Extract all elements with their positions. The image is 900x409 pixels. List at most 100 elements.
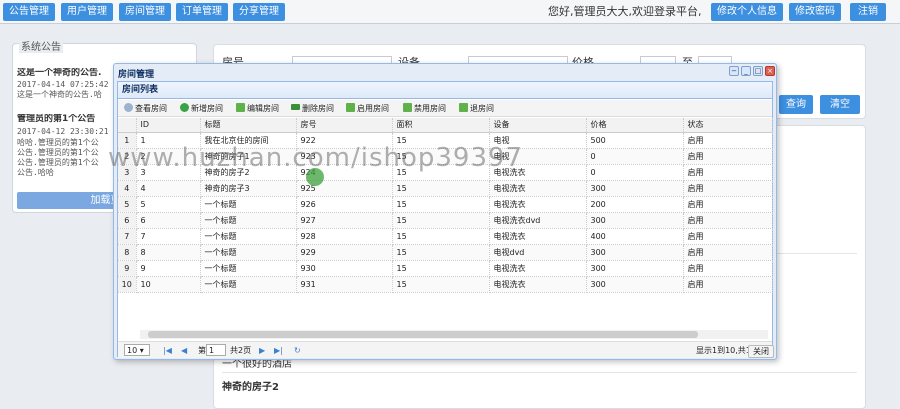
first-page-icon[interactable]: |◀ (163, 346, 172, 355)
row-number-cell: 4 (118, 180, 137, 197)
table-row[interactable]: 6 6 一个标题 927 15 电视洗衣dvd 300 启用 (118, 212, 773, 229)
status-cell: 启用 (683, 132, 773, 149)
page-label: 第 (198, 346, 206, 355)
column-header-area[interactable]: 面积 (392, 118, 490, 133)
row-number-cell: 10 (118, 276, 137, 293)
price-cell: 300 (586, 244, 684, 261)
scrollbar-thumb[interactable] (148, 331, 698, 338)
area-cell: 15 (392, 260, 490, 277)
view-room-button[interactable]: 查看房间 (124, 102, 167, 115)
close-icon[interactable]: × (765, 66, 775, 76)
column-header-equipment[interactable]: 设备 (489, 118, 587, 133)
minimize-icon[interactable]: _ (741, 66, 751, 76)
area-cell: 15 (392, 244, 490, 261)
delete-room-button[interactable]: 删除房间 (291, 102, 334, 115)
change-password-button[interactable]: 修改密码 (789, 3, 841, 21)
column-header-price[interactable]: 价格 (586, 118, 684, 133)
equipment-cell: 电视洗衣 (489, 260, 587, 277)
status-cell: 启用 (683, 164, 773, 181)
welcome-text: 您好,管理员大大,欢迎登录平台, (548, 5, 702, 18)
room-number-cell: 926 (296, 196, 393, 213)
notice-panel-title: 系统公告 (19, 38, 63, 53)
status-cell: 启用 (683, 196, 773, 213)
table-row[interactable]: 8 8 一个标题 929 15 电视dvd 300 启用 (118, 244, 773, 261)
title-cell: 一个标题 (200, 228, 297, 245)
refresh-icon[interactable]: ↻ (294, 346, 301, 355)
column-header-title[interactable]: 标题 (200, 118, 297, 133)
equipment-cell: 电视洗衣dvd (489, 212, 587, 229)
maximize-icon[interactable]: □ (753, 66, 763, 76)
divider (222, 372, 857, 373)
next-page-icon[interactable]: ▶ (259, 346, 265, 355)
nav-share-button[interactable]: 分享管理 (233, 3, 285, 21)
nav-room-button[interactable]: 房间管理 (119, 3, 171, 21)
room-number-cell: 928 (296, 228, 393, 245)
id-cell: 9 (136, 260, 201, 277)
add-icon (180, 103, 189, 112)
edit-profile-button[interactable]: 修改个人信息 (711, 3, 783, 21)
page-number-input[interactable]: 1 (206, 344, 226, 356)
pencil-icon (346, 103, 355, 112)
table-row[interactable]: 7 7 一个标题 928 15 电视洗衣 400 启用 (118, 228, 773, 245)
room-number-cell: 929 (296, 244, 393, 261)
table-header-row: ID 标题 房号 面积 设备 价格 状态 (118, 118, 773, 133)
toolbar-label: 禁用房间 (414, 104, 446, 113)
pagination-bar: 10 ▾ |◀ ◀ 第 1 共2页 ▶ ▶| ↻ 显示1到10,共11记录 (118, 341, 772, 358)
add-room-button[interactable]: 新增房间 (180, 102, 223, 115)
id-cell: 10 (136, 276, 201, 293)
enable-room-button[interactable]: 启用房间 (346, 102, 389, 115)
price-cell: 0 (586, 164, 684, 181)
logout-button[interactable]: 注销 (850, 3, 886, 21)
room-list-title: 房间列表 (118, 82, 772, 99)
table-row[interactable]: 9 9 一个标题 930 15 电视洗衣 300 启用 (118, 260, 773, 277)
title-cell: 一个标题 (200, 196, 297, 213)
equipment-cell: 电视洗衣 (489, 196, 587, 213)
title-cell: 一个标题 (200, 276, 297, 293)
status-cell: 启用 (683, 180, 773, 197)
price-cell: 300 (586, 180, 684, 197)
watermark-text: www.huzhan.com/ishop39397 (108, 143, 524, 173)
collapse-icon[interactable]: − (729, 66, 739, 76)
dialog-close-button[interactable]: 关闭 (748, 345, 774, 358)
column-header-room-number[interactable]: 房号 (296, 118, 393, 133)
table-row[interactable]: 5 5 一个标题 926 15 电视洗衣 200 启用 (118, 196, 773, 213)
checkout-room-button[interactable]: 退房间 (459, 102, 494, 115)
last-page-icon[interactable]: ▶| (274, 346, 283, 355)
status-cell: 启用 (683, 244, 773, 261)
edit-room-button[interactable]: 编辑房间 (236, 102, 279, 115)
clear-button[interactable]: 清空 (820, 95, 860, 114)
nav-notice-button[interactable]: 公告管理 (3, 3, 55, 21)
page-size-select[interactable]: 10 ▾ (124, 344, 150, 356)
toolbar-label: 编辑房间 (247, 104, 279, 113)
page-size-value: 10 (127, 346, 138, 355)
nav-user-button[interactable]: 用户管理 (61, 3, 113, 21)
status-cell: 启用 (683, 276, 773, 293)
status-cell: 启用 (683, 148, 773, 165)
prev-page-icon[interactable]: ◀ (181, 346, 187, 355)
horizontal-scrollbar[interactable] (140, 330, 768, 339)
title-cell: 神奇的房子3 (200, 180, 297, 197)
nav-order-button[interactable]: 订单管理 (176, 3, 228, 21)
equipment-cell: 电视洗衣 (489, 276, 587, 293)
room-number-cell: 927 (296, 212, 393, 229)
table-row[interactable]: 4 4 神奇的房子3 925 15 电视洗衣 300 启用 (118, 180, 773, 197)
price-cell: 400 (586, 228, 684, 245)
equipment-cell: 电视dvd (489, 244, 587, 261)
status-cell: 启用 (683, 260, 773, 277)
query-button[interactable]: 查询 (779, 95, 813, 114)
equipment-cell: 电视洗衣 (489, 228, 587, 245)
disable-room-button[interactable]: 禁用房间 (403, 102, 446, 115)
table-row[interactable]: 10 10 一个标题 931 15 电视洗衣 300 启用 (118, 276, 773, 293)
id-cell: 6 (136, 212, 201, 229)
title-cell: 一个标题 (200, 260, 297, 277)
price-cell: 300 (586, 212, 684, 229)
area-cell: 15 (392, 276, 490, 293)
id-cell: 8 (136, 244, 201, 261)
price-cell: 0 (586, 148, 684, 165)
area-cell: 15 (392, 212, 490, 229)
toolbar-label: 启用房间 (357, 104, 389, 113)
column-header-status[interactable]: 状态 (683, 118, 773, 133)
hotel-list-item[interactable]: 神奇的房子2 (222, 378, 279, 393)
toolbar-label: 删除房间 (302, 104, 334, 113)
column-header-id[interactable]: ID (136, 118, 201, 133)
